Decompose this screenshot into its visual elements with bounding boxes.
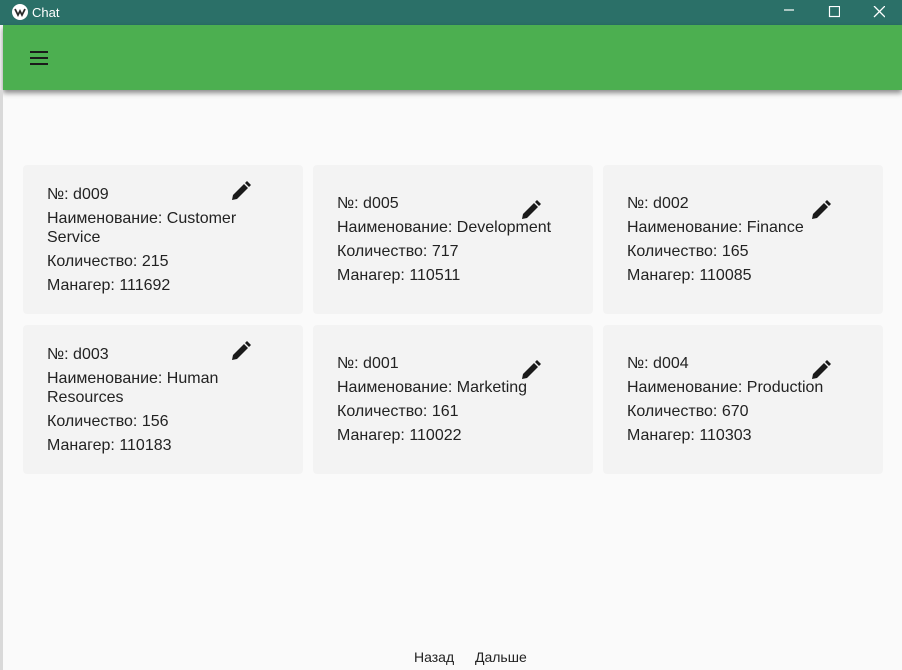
edit-pencil-icon[interactable] xyxy=(810,199,832,221)
card-count: Количество: 165 xyxy=(627,243,749,260)
close-button[interactable] xyxy=(856,0,902,25)
card-number: №: d002 xyxy=(627,195,689,212)
card-name: Наименование: Finance xyxy=(627,219,804,236)
edit-pencil-icon[interactable] xyxy=(520,359,542,381)
card-number: №: d004 xyxy=(627,355,689,372)
card-name: Наименование: Production xyxy=(627,379,824,396)
card-number: №: d005 xyxy=(337,195,399,212)
card-name: Наименование: Marketing xyxy=(337,379,528,396)
card-name: Наименование: Development xyxy=(337,219,552,236)
card-count: Количество: 717 xyxy=(337,243,459,260)
card-number: №: d001 xyxy=(337,355,399,372)
card-manager: Манагер: 111692 xyxy=(47,276,171,294)
card-name: Наименование: Customer Service xyxy=(47,209,237,246)
app-bar xyxy=(3,25,902,90)
edit-pencil-icon[interactable] xyxy=(230,180,252,202)
app-window: Chat №: d009 Наименование: Customer Serv… xyxy=(0,0,902,670)
card-manager: Манагер: 110511 xyxy=(337,267,461,284)
maximize-button[interactable] xyxy=(811,0,857,25)
card-manager: Манагер: 110022 xyxy=(337,427,462,444)
next-button[interactable]: Дальше xyxy=(475,648,527,666)
department-card: №: d003 Наименование: Human Resources Ко… xyxy=(23,325,303,474)
edit-pencil-icon[interactable] xyxy=(230,340,252,362)
card-number: №: d009 xyxy=(47,185,109,203)
department-card: №: d001 Наименование: Marketing Количест… xyxy=(313,325,593,474)
department-card: №: d009 Наименование: Customer Service К… xyxy=(23,165,303,314)
card-number: №: d003 xyxy=(47,345,109,363)
department-card: №: d005 Наименование: Development Количе… xyxy=(313,165,593,314)
card-manager: Манагер: 110085 xyxy=(627,267,752,284)
close-icon xyxy=(873,6,885,18)
card-name: Наименование: Human Resources xyxy=(47,369,219,406)
department-card: №: d004 Наименование: Production Количес… xyxy=(603,325,883,474)
app-logo-icon xyxy=(11,3,29,21)
card-count: Количество: 215 xyxy=(47,252,169,270)
edit-pencil-icon[interactable] xyxy=(810,359,832,381)
card-count: Количество: 161 xyxy=(337,403,459,420)
window-title: Chat xyxy=(32,5,60,20)
card-manager: Манагер: 110183 xyxy=(47,436,172,454)
department-card: №: d002 Наименование: Finance Количество… xyxy=(603,165,883,314)
maximize-icon xyxy=(828,6,840,18)
title-bar: Chat xyxy=(0,0,902,25)
minimize-icon xyxy=(784,9,794,11)
back-button[interactable]: Назад xyxy=(414,648,454,666)
card-count: Количество: 670 xyxy=(627,403,749,420)
card-count: Количество: 156 xyxy=(47,412,169,430)
hamburger-menu-icon[interactable] xyxy=(29,48,51,68)
edit-pencil-icon[interactable] xyxy=(520,199,542,221)
window-edge xyxy=(0,90,3,670)
card-manager: Манагер: 110303 xyxy=(627,427,752,444)
minimize-button[interactable] xyxy=(766,0,812,25)
